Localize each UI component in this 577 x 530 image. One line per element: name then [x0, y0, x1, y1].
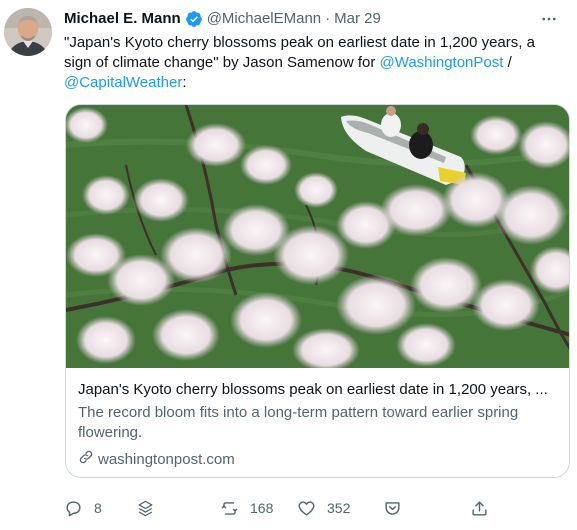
author-name[interactable]: Michael E. Mann — [64, 9, 181, 29]
mention-washingtonpost[interactable]: @WashingtonPost — [380, 54, 504, 71]
verified-icon — [185, 10, 203, 28]
share-button[interactable] — [470, 494, 489, 522]
link-preview-card[interactable]: Japan's Kyoto cherry blossoms peak on ea… — [65, 104, 570, 478]
card-domain: washingtonpost.com — [78, 449, 557, 471]
layers-button[interactable] — [136, 494, 155, 522]
mute-button[interactable] — [383, 494, 402, 522]
card-title[interactable]: Japan's Kyoto cherry blossoms peak on ea… — [78, 380, 557, 400]
tweet-date[interactable]: Mar 29 — [334, 9, 381, 29]
reply-button[interactable]: 8 — [64, 494, 102, 522]
separator-dot: · — [325, 10, 331, 27]
avatar[interactable] — [4, 8, 52, 56]
layers-icon — [138, 500, 153, 516]
card-image[interactable] — [66, 105, 569, 368]
reply-icon — [66, 500, 81, 516]
card-body: Japan's Kyoto cherry blossoms peak on ea… — [78, 380, 557, 471]
more-icon[interactable] — [537, 9, 561, 29]
like-icon — [298, 500, 315, 516]
tweet-text: "Japan's Kyoto cherry blossoms peak on e… — [64, 33, 564, 93]
retweet-button[interactable]: 168 — [220, 494, 273, 522]
card-description: The record bloom fits into a long-term p… — [78, 404, 519, 441]
link-icon — [78, 449, 98, 471]
tweet-header: Michael E. Mann @MichaelEMann · Mar 29 — [64, 9, 561, 29]
reply-count: 8 — [94, 500, 102, 516]
tweet-text-slash: / — [503, 54, 512, 71]
card-domain-text: washingtonpost.com — [98, 451, 235, 468]
author-handle[interactable]: @MichaelEMann — [207, 9, 321, 29]
like-button[interactable]: 352 — [297, 494, 350, 522]
retweet-icon — [221, 501, 238, 515]
action-bar: 8 168 352 — [60, 494, 500, 522]
mention-capitalweather[interactable]: @CapitalWeather — [64, 74, 182, 91]
retweet-count: 168 — [250, 500, 274, 516]
share-icon — [472, 500, 487, 516]
tweet-text-colon: : — [182, 74, 187, 91]
mute-icon — [385, 501, 400, 515]
like-count: 352 — [327, 500, 351, 516]
